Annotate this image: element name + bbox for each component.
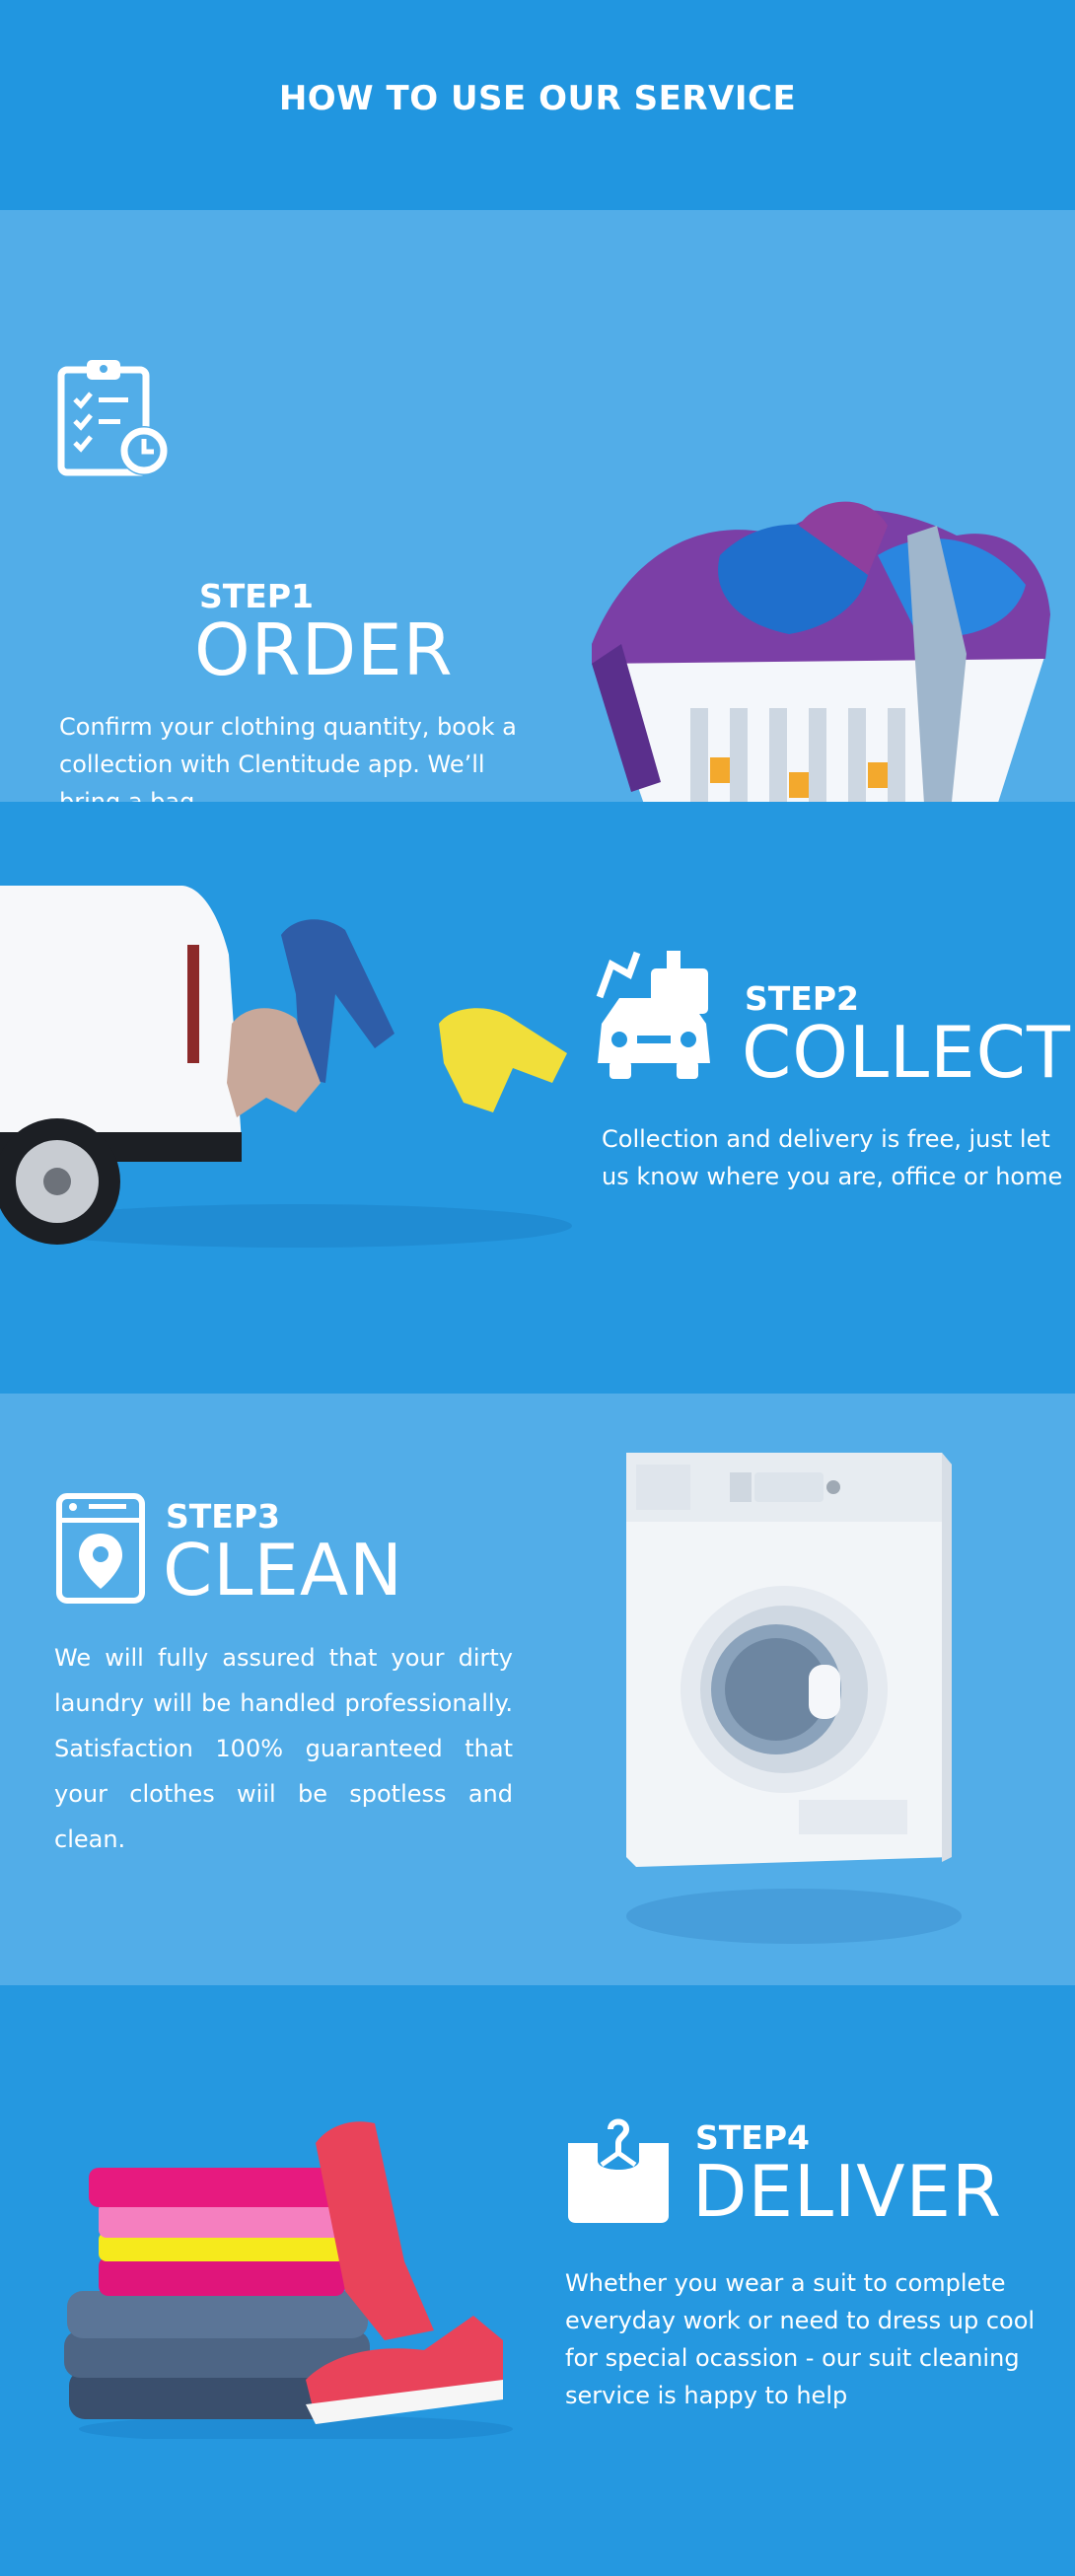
step-order-section: STEP1 ORDER Confirm your clothing quanti… bbox=[0, 210, 1075, 802]
step-collect-section: STEP2 COLLECT Collection and delivery is… bbox=[0, 802, 1075, 1394]
laundry-basket-illustration bbox=[592, 501, 1050, 802]
step-clean-section: STEP3 CLEAN We will fully assured that y… bbox=[0, 1394, 1075, 1985]
hanger-box-icon bbox=[568, 2118, 669, 2223]
step-title: COLLECT bbox=[742, 1011, 1071, 1094]
folded-clothes-sneakers-illustration bbox=[64, 2121, 513, 2439]
header-section: HOW TO USE OUR SERVICE bbox=[0, 0, 1075, 210]
step-title: CLEAN bbox=[163, 1529, 403, 1611]
van-with-flying-clothes-illustration bbox=[0, 886, 572, 1248]
car-clothes-icon bbox=[596, 951, 710, 1079]
washer-location-icon bbox=[56, 1493, 145, 1604]
step-description: Collection and delivery is free, just le… bbox=[602, 1125, 1063, 1190]
step-deliver-section: STEP4 DELIVER Whether you wear a suit to… bbox=[0, 1985, 1075, 2576]
page-title: HOW TO USE OUR SERVICE bbox=[278, 79, 797, 118]
step-description: Whether you wear a suit to complete ever… bbox=[565, 2269, 1036, 2409]
step-description: Confirm your clothing quantity, book a c… bbox=[59, 713, 517, 802]
clipboard-clock-icon bbox=[57, 360, 169, 476]
washing-machine-illustration bbox=[626, 1453, 962, 1944]
step-title: ORDER bbox=[194, 608, 454, 691]
step-title: DELIVER bbox=[692, 2150, 1003, 2233]
step-description: We will fully assured that your dirty la… bbox=[54, 1644, 513, 1853]
